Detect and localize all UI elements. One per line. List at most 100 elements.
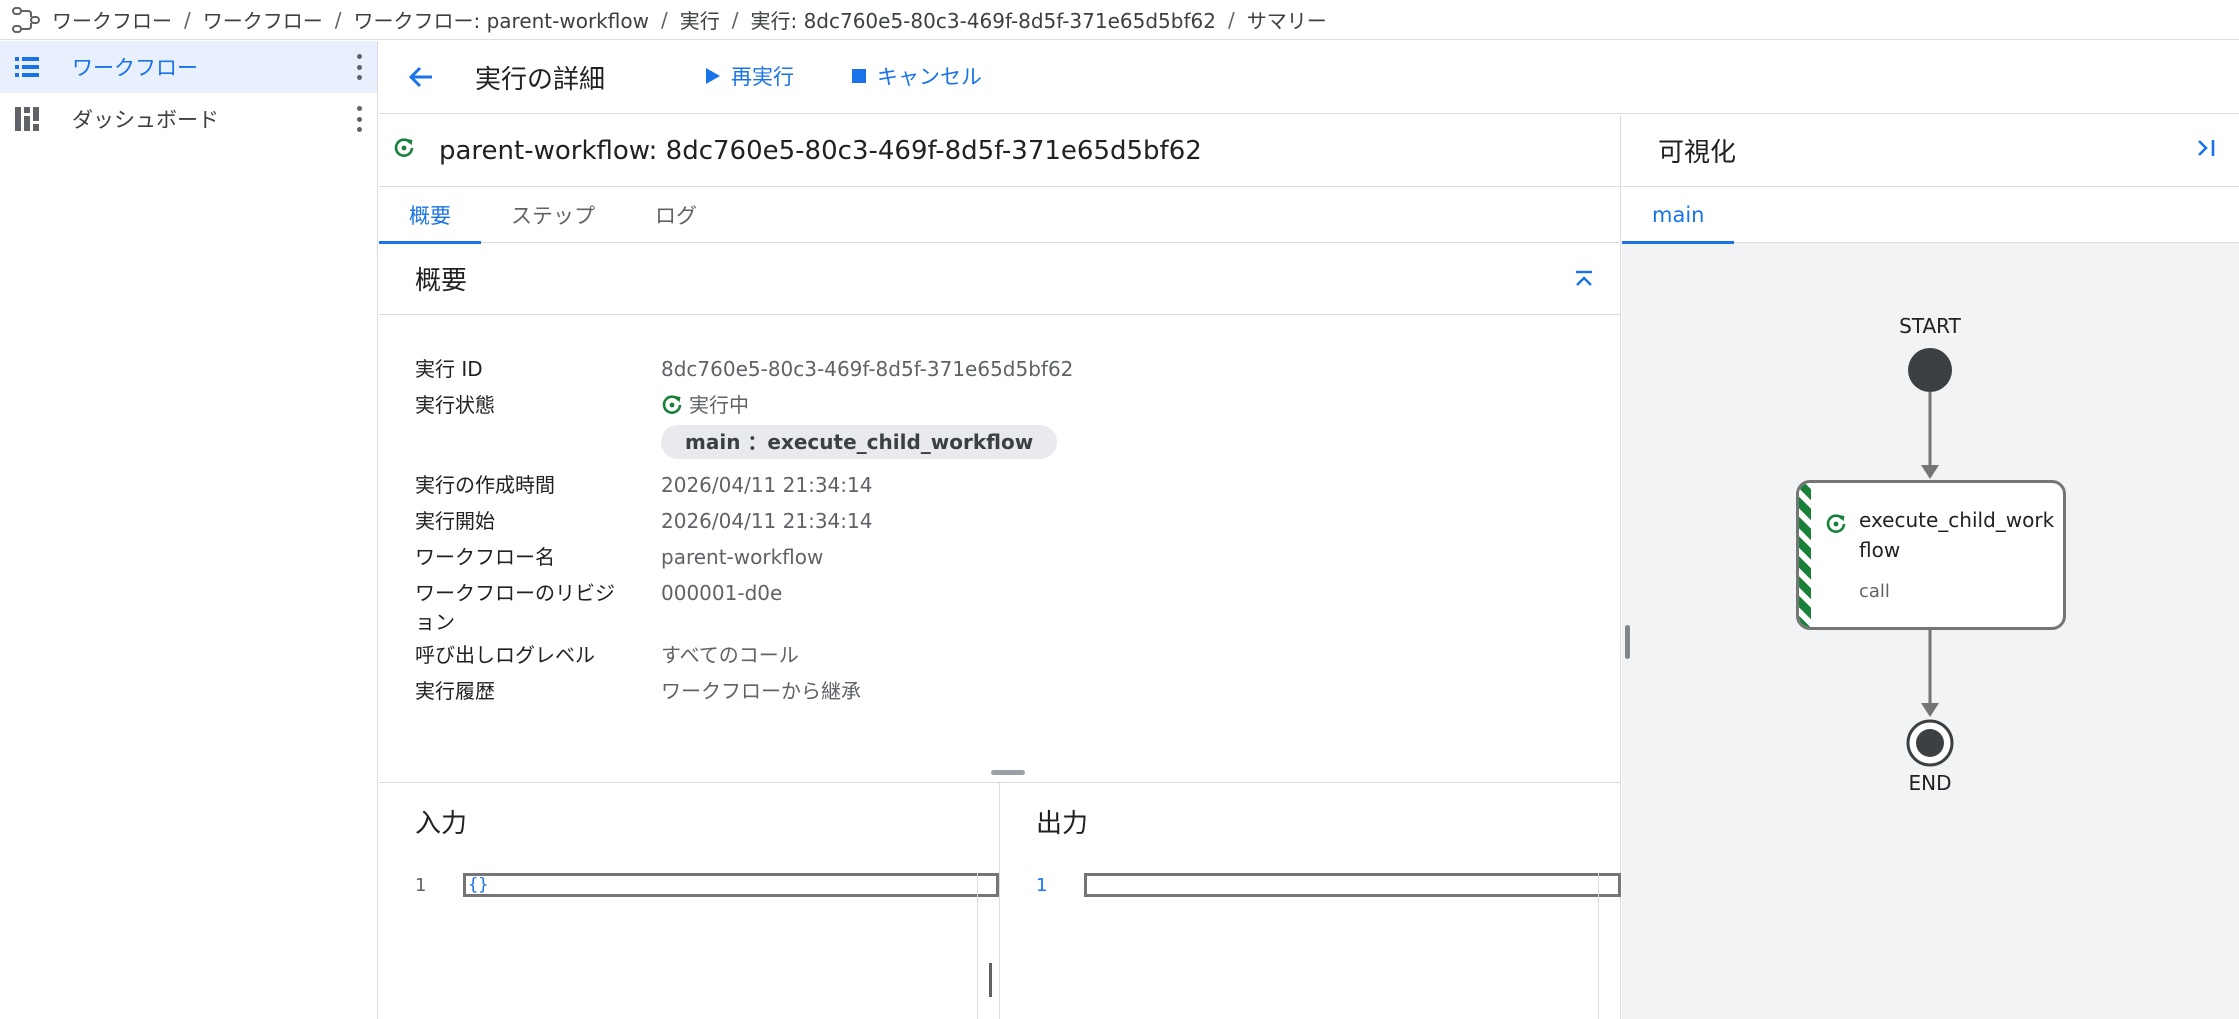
tab-overview[interactable]: 概要 <box>379 187 481 244</box>
end-label: END <box>1908 771 1952 795</box>
step-node[interactable]: execute_child_workflow call <box>1796 480 2066 630</box>
running-status-icon <box>1825 513 1847 540</box>
breadcrumb-workflows-list[interactable]: ワークフロー <box>203 5 323 34</box>
more-vert-icon[interactable] <box>355 106 363 132</box>
split-drag-handle[interactable] <box>991 770 1025 775</box>
status-text: 実行中 <box>689 393 749 417</box>
arrowhead <box>1921 703 1939 717</box>
detail-label: 呼び出しログレベル <box>415 643 595 667</box>
list-icon <box>14 54 40 80</box>
cancel-label: キャンセル <box>877 65 982 89</box>
sidebar-item-dashboard[interactable]: ダッシュボード <box>0 93 377 145</box>
detail-value: すべてのコール <box>661 643 799 667</box>
detail-label: 実行状態 <box>415 393 495 417</box>
input-panel: 入力 1 {} <box>379 783 1000 1019</box>
breadcrumb-executions[interactable]: 実行 <box>680 5 720 34</box>
output-code-line: 1 <box>1000 873 1621 897</box>
detail-label: 実行開始 <box>415 509 495 533</box>
tab-main[interactable]: main <box>1622 187 1735 244</box>
execution-title: parent-workflow: 8dc760e5-80c3-469f-8d5f… <box>439 135 1202 166</box>
revision-label-line2: ョン <box>415 610 455 634</box>
sidebar: ワークフロー ダッシュボード <box>0 41 378 1019</box>
breadcrumb-separator: / <box>334 7 342 32</box>
execution-details: 実行 ID 8dc760e5-80c3-469f-8d5f-371e65d5bf… <box>379 315 1620 781</box>
step-name: execute_child_workflow <box>1859 508 2055 562</box>
execution-panel: parent-workflow: 8dc760e5-80c3-469f-8d5f… <box>379 115 1621 1019</box>
workflow-icon <box>10 4 42 36</box>
output-title: 出力 <box>1036 809 1089 839</box>
detail-row-current-step: main ：execute_child_workflow <box>415 423 1620 467</box>
scrollbar-track <box>977 873 978 1019</box>
execution-tabs: 概要 ステップ ログ <box>379 187 1620 244</box>
visualization-tabs: main <box>1622 187 2239 244</box>
detail-value: 8dc760e5-80c3-469f-8d5f-371e65d5bf62 <box>661 357 1074 381</box>
breadcrumb-workflow[interactable]: ワークフロー: parent-workflow <box>354 5 649 34</box>
section-title: 概要 <box>415 266 468 296</box>
running-status-icon <box>661 394 683 416</box>
revision-label-line1: ワークフローのリビジ <box>415 581 615 605</box>
visualization-title: 可視化 <box>1658 138 1737 168</box>
running-stripe <box>1799 483 1811 627</box>
input-editor[interactable]: {} <box>463 873 999 897</box>
sidebar-item-label: ダッシュボード <box>72 108 219 132</box>
cancel-button[interactable]: キャンセル <box>851 61 982 91</box>
detail-label: 実行 ID <box>415 357 483 381</box>
detail-label: 実行履歴 <box>415 679 495 703</box>
rerun-label: 再実行 <box>731 65 794 89</box>
start-label: START <box>1899 314 1961 338</box>
sidebar-item-workflows[interactable]: ワークフロー <box>0 41 377 93</box>
breadcrumb-separator: / <box>660 7 668 32</box>
detail-value: parent-workflow <box>661 545 824 569</box>
running-status-icon <box>393 137 415 164</box>
back-arrow-icon[interactable] <box>405 61 437 93</box>
start-node[interactable] <box>1908 348 1952 392</box>
current-step-chip: main ：execute_child_workflow <box>661 425 1058 459</box>
page-title: 実行の詳細 <box>475 65 606 95</box>
detail-row-exec-id: 実行 ID 8dc760e5-80c3-469f-8d5f-371e65d5bf… <box>415 351 1620 387</box>
detail-label-empty <box>415 423 661 467</box>
breadcrumb-execution[interactable]: 実行: 8dc760e5-80c3-469f-8d5f-371e65d5bf62 <box>750 5 1216 34</box>
tab-steps[interactable]: ステップ <box>481 187 625 243</box>
breadcrumb-workflows[interactable]: ワークフロー <box>52 5 172 34</box>
detail-row-history: 実行履歴 ワークフローから継承 <box>415 673 1620 709</box>
detail-row-revision: ワークフローのリビジ ョン 000001-d0e <box>415 575 1620 637</box>
breadcrumb-separator: / <box>1227 7 1235 32</box>
dashboard-icon <box>14 106 40 132</box>
output-editor[interactable] <box>1084 873 1621 897</box>
detail-value: 2026/04/11 21:34:14 <box>661 509 873 533</box>
detail-value: 000001-d0e <box>661 581 783 605</box>
end-node-inner <box>1916 729 1944 757</box>
detail-row-started: 実行開始 2026/04/11 21:34:14 <box>415 503 1620 539</box>
step-type: call <box>1859 581 1890 602</box>
more-vert-icon[interactable] <box>355 54 363 80</box>
overview-section-header: 概要 <box>379 243 1620 315</box>
breadcrumb: ワークフロー / ワークフロー / ワークフロー: parent-workflo… <box>0 0 2239 40</box>
detail-label: ワークフロー名 <box>415 545 555 569</box>
breadcrumb-summary: サマリー <box>1246 9 1327 33</box>
detail-row-state: 実行状態 実行中 <box>415 387 1620 423</box>
line-number: 1 <box>1036 874 1048 896</box>
breadcrumb-separator: / <box>731 7 739 32</box>
input-code-line: 1 {} <box>379 873 999 897</box>
tab-logs[interactable]: ログ <box>625 187 727 243</box>
arrowhead <box>1921 465 1939 479</box>
detail-row-created: 実行の作成時間 2026/04/11 21:34:14 <box>415 467 1620 503</box>
detail-row-workflow-name: ワークフロー名 parent-workflow <box>415 539 1620 575</box>
play-icon <box>705 67 721 85</box>
rerun-button[interactable]: 再実行 <box>705 61 794 91</box>
output-panel: 出力 1 <box>1000 783 1621 1019</box>
collapse-panel-icon[interactable] <box>2195 138 2217 163</box>
sidebar-item-label: ワークフロー <box>72 56 198 80</box>
collapse-icon[interactable] <box>1572 267 1596 291</box>
visualization-header: 可視化 <box>1622 115 2239 187</box>
detail-value: 実行中 <box>661 387 749 423</box>
detail-value: 2026/04/11 21:34:14 <box>661 473 873 497</box>
input-title: 入力 <box>415 809 468 839</box>
scrollbar-thumb[interactable] <box>989 963 992 997</box>
io-panels: 入力 1 {} 出力 1 <box>379 782 1621 1019</box>
scrollbar-track <box>1598 873 1599 1019</box>
page-header: 実行の詳細 再実行 キャンセル <box>379 41 2239 114</box>
line-number: 1 <box>415 874 427 896</box>
stop-icon <box>851 68 867 84</box>
detail-label: ワークフローのリビジ ョン <box>415 579 661 637</box>
